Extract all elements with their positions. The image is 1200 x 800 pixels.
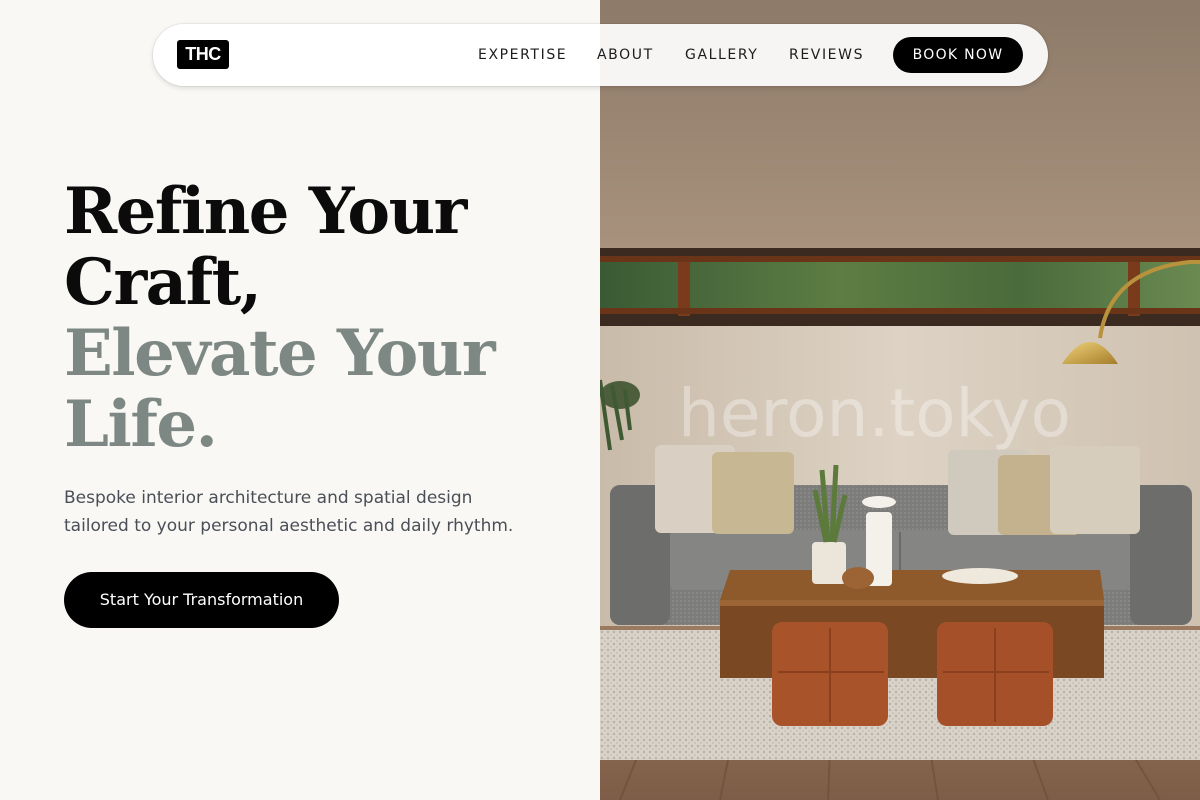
living-room-photo: heron.tokyo bbox=[600, 0, 1200, 800]
hero-image: heron.tokyo bbox=[600, 0, 1200, 800]
headline-line-3: Elevate Your bbox=[64, 316, 496, 391]
subtitle-line-1: Bespoke interior architecture and spatia… bbox=[64, 488, 473, 508]
logo[interactable]: THC bbox=[177, 40, 229, 69]
headline-line-4: Life. bbox=[64, 387, 218, 462]
book-now-button[interactable]: BOOK NOW bbox=[893, 37, 1023, 73]
subtitle-line-2: tailored to your personal aesthetic and … bbox=[64, 516, 514, 536]
watermark-text: heron.tokyo bbox=[678, 375, 1071, 452]
nav-link-gallery[interactable]: GALLERY bbox=[685, 24, 758, 86]
hero-headline: Refine Your Craft, Elevate Your Life. bbox=[64, 176, 584, 460]
navbar: THC EXPERTISE ABOUT GALLERY REVIEWS BOOK… bbox=[153, 24, 1048, 86]
start-transformation-button[interactable]: Start Your Transformation bbox=[64, 572, 339, 628]
nav-link-about[interactable]: ABOUT bbox=[597, 24, 654, 86]
headline-line-2: Craft, bbox=[64, 245, 262, 320]
headline-line-1: Refine Your bbox=[64, 174, 467, 249]
nav-link-reviews[interactable]: REVIEWS bbox=[789, 24, 864, 86]
nav-link-expertise[interactable]: EXPERTISE bbox=[478, 24, 567, 86]
hero-subtitle: Bespoke interior architecture and spatia… bbox=[64, 484, 564, 540]
